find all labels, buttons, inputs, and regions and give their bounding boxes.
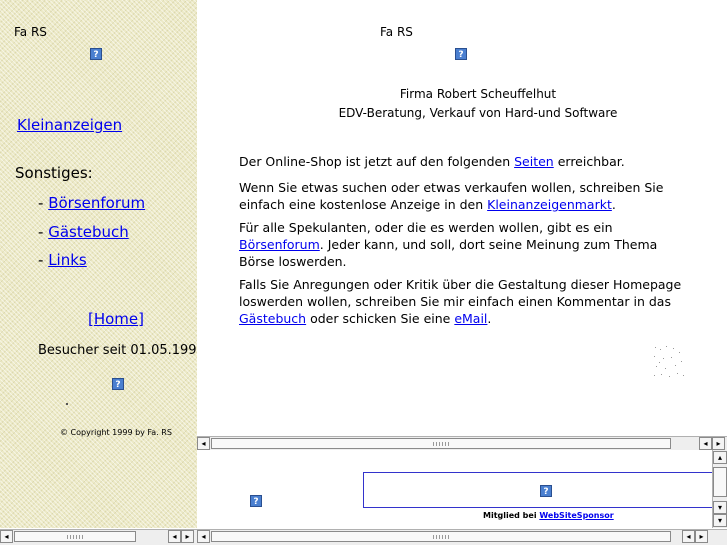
scroll-thumb[interactable] [211,438,671,449]
company-tagline: EDV-Beratung, Verkauf von Hard-und Softw… [338,106,618,120]
gaestebuch-link[interactable]: Gästebuch [48,223,129,241]
kleinanzeigen-link[interactable]: Kleinanzeigen [17,116,122,134]
scroll-down-button-end[interactable]: ▾ [713,514,727,527]
company-name: Firma Robert Scheuffelhut [399,87,557,101]
paragraph-feedback: Falls Sie Anregungen oder Kritik über di… [239,277,682,326]
scroll-down-button[interactable]: ▾ [713,501,727,514]
sponsor-frame: ? ? Mitglied bei WebSiteSponsor [197,450,712,528]
sonstiges-heading: Sonstiges: [15,164,93,182]
left-scroll-left-button[interactable]: ◂ [0,530,13,543]
counter-image-icon: ? [112,378,124,390]
home-link[interactable]: [Home] [88,310,144,328]
nav-item-gaestebuch: - Gästebuch [38,223,129,241]
sponsor-scroll-thumb[interactable] [211,531,671,542]
kleinanzeigenmarkt-link[interactable]: Kleinanzeigenmarkt [487,197,612,212]
boersenforum-link[interactable]: Börsenforum [48,194,145,212]
banner-image-icon: ? [540,485,552,497]
left-scroll-right-button[interactable]: ▸ [181,530,194,543]
boersenforum-inline-link[interactable]: Börsenforum [239,237,320,252]
links-link[interactable]: Links [48,251,87,269]
main-content-frame: Fa RS ? Firma Robert Scheuffelhut EDV-Be… [197,0,727,436]
vscroll-thumb[interactable] [713,467,727,497]
visitor-counter-text: Besucher seit 01.05.1999 [38,343,197,358]
grip-icon [67,535,83,539]
left-scroll-left-button-end[interactable]: ◂ [168,530,181,543]
sponsor-caption: Mitglied bei WebSiteSponsor [483,511,614,520]
nav-item-boersenforum: - Börsenforum [38,194,146,212]
scroll-left-button[interactable]: ◂ [197,437,210,450]
sponsor-banner[interactable]: ? [363,472,712,508]
sponsor-frame-hscrollbar[interactable]: ◂ ◂ ▸ [197,529,727,545]
seiten-link[interactable]: Seiten [514,154,554,169]
websitesponsor-link[interactable]: WebSiteSponsor [539,511,613,520]
left-nav-frame: Fa RS ? Kleinanzeigen Sonstiges: - Börse… [0,0,197,528]
main-brand: Fa RS [380,25,413,39]
scroll-up-button[interactable]: ▴ [713,451,727,464]
nav-item-links: - Links [38,251,87,269]
sponsor-scroll-left-button-end[interactable]: ◂ [682,530,695,543]
sponsor-scroll-left-button[interactable]: ◂ [197,530,210,543]
broken-image-icon: ? [90,48,102,60]
grip-icon [433,442,449,446]
paragraph-shop: Der Online-Shop ist jetzt auf den folgen… [239,154,625,169]
paragraph-boerse: Für alle Spekulanten, oder die es werden… [239,220,658,269]
sponsor-image-icon: ? [250,495,262,507]
email-link[interactable]: eMail [454,311,487,326]
left-brand: Fa RS [14,25,47,39]
spacer-dot [66,403,68,405]
scroll-left-button-end[interactable]: ◂ [699,437,712,450]
paragraph-kleinanzeigen: Wenn Sie etwas suchen oder etwas verkauf… [239,180,664,212]
header-image-icon: ? [455,48,467,60]
animated-gif-dots [654,346,684,377]
sponsor-scroll-right-button[interactable]: ▸ [695,530,708,543]
copyright-text: © Copyright 1999 by Fa. RS [60,428,172,437]
sponsor-frame-vscrollbar[interactable]: ▴ ▾ ▾ [712,450,727,528]
left-frame-hscrollbar[interactable]: ◂ ◂ ▸ [0,529,197,545]
grip-icon [433,535,449,539]
left-scroll-thumb[interactable] [14,531,136,542]
main-paragraphs: Der Online-Shop ist jetzt auf den folgen… [239,153,684,327]
main-frame-hscrollbar[interactable]: ◂ ◂ ▸ [197,436,727,450]
gaestebuch-inline-link[interactable]: Gästebuch [239,311,306,326]
scroll-right-button[interactable]: ▸ [712,437,725,450]
